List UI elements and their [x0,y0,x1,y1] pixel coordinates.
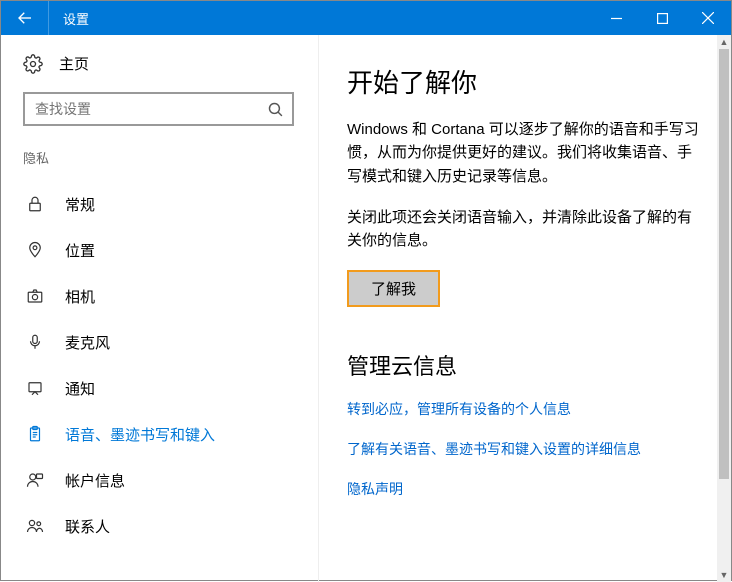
nav-speech-ink-typing[interactable]: 语音、墨迹书写和键入 [23,411,294,457]
search-input[interactable] [25,101,258,117]
content-area: 主页 隐私 常规 位置 [1,35,731,582]
close-icon [702,12,714,24]
main-panel: 开始了解你 Windows 和 Cortana 可以逐步了解你的语音和手写习惯，… [319,35,731,582]
maximize-button[interactable] [639,1,685,35]
privacy-link[interactable]: 隐私声明 [347,479,705,499]
sidebar: 主页 隐私 常规 位置 [1,35,319,582]
lock-icon [25,195,45,213]
nav-label: 语音、墨迹书写和键入 [65,424,215,445]
home-label: 主页 [59,53,89,74]
nav-label: 联系人 [65,516,110,537]
nav-camera[interactable]: 相机 [23,273,294,319]
nav-label: 常规 [65,194,95,215]
nav-label: 相机 [65,286,95,307]
nav-general[interactable]: 常规 [23,181,294,227]
scrollbar[interactable]: ▲ ▼ [717,35,731,582]
nav-notifications[interactable]: 通知 [23,365,294,411]
titlebar: 设置 [1,1,731,35]
nav-list: 常规 位置 相机 麦克风 [23,181,294,549]
scroll-thumb[interactable] [719,49,729,479]
nav-microphone[interactable]: 麦克风 [23,319,294,365]
nav-account-info[interactable]: 帐户信息 [23,457,294,503]
description-text-1: Windows 和 Cortana 可以逐步了解你的语音和手写习惯，从而为你提供… [347,118,705,188]
gear-icon [23,54,43,74]
arrow-left-icon [16,9,34,27]
learn-more-link[interactable]: 了解有关语音、墨迹书写和键入设置的详细信息 [347,439,705,459]
nav-label: 帐户信息 [65,470,125,491]
page-heading: 开始了解你 [347,63,705,100]
nav-label: 麦克风 [65,332,110,353]
window-buttons [593,1,731,35]
scroll-up-arrow[interactable]: ▲ [717,35,731,49]
window-title: 设置 [49,9,593,28]
minimize-button[interactable] [593,1,639,35]
close-button[interactable] [685,1,731,35]
notification-icon [25,379,45,397]
nav-contacts[interactable]: 联系人 [23,503,294,549]
nav-label: 位置 [65,240,95,261]
scroll-down-arrow[interactable]: ▼ [717,568,731,582]
home-link[interactable]: 主页 [23,53,294,74]
minimize-icon [611,13,622,24]
location-icon [25,241,45,259]
know-me-button[interactable]: 了解我 [347,270,440,307]
clipboard-icon [25,425,45,443]
microphone-icon [25,333,45,351]
account-icon [25,471,45,489]
maximize-icon [657,13,668,24]
nav-label: 通知 [65,378,95,399]
category-label: 隐私 [23,148,294,167]
search-box[interactable] [23,92,294,126]
back-button[interactable] [1,1,49,35]
nav-location[interactable]: 位置 [23,227,294,273]
section-heading: 管理云信息 [347,349,705,381]
bing-link[interactable]: 转到必应，管理所有设备的个人信息 [347,399,705,419]
camera-icon [25,287,45,305]
description-text-2: 关闭此项还会关闭语音输入，并清除此设备了解的有关你的信息。 [347,206,705,253]
search-icon [258,101,292,118]
contacts-icon [25,517,45,535]
